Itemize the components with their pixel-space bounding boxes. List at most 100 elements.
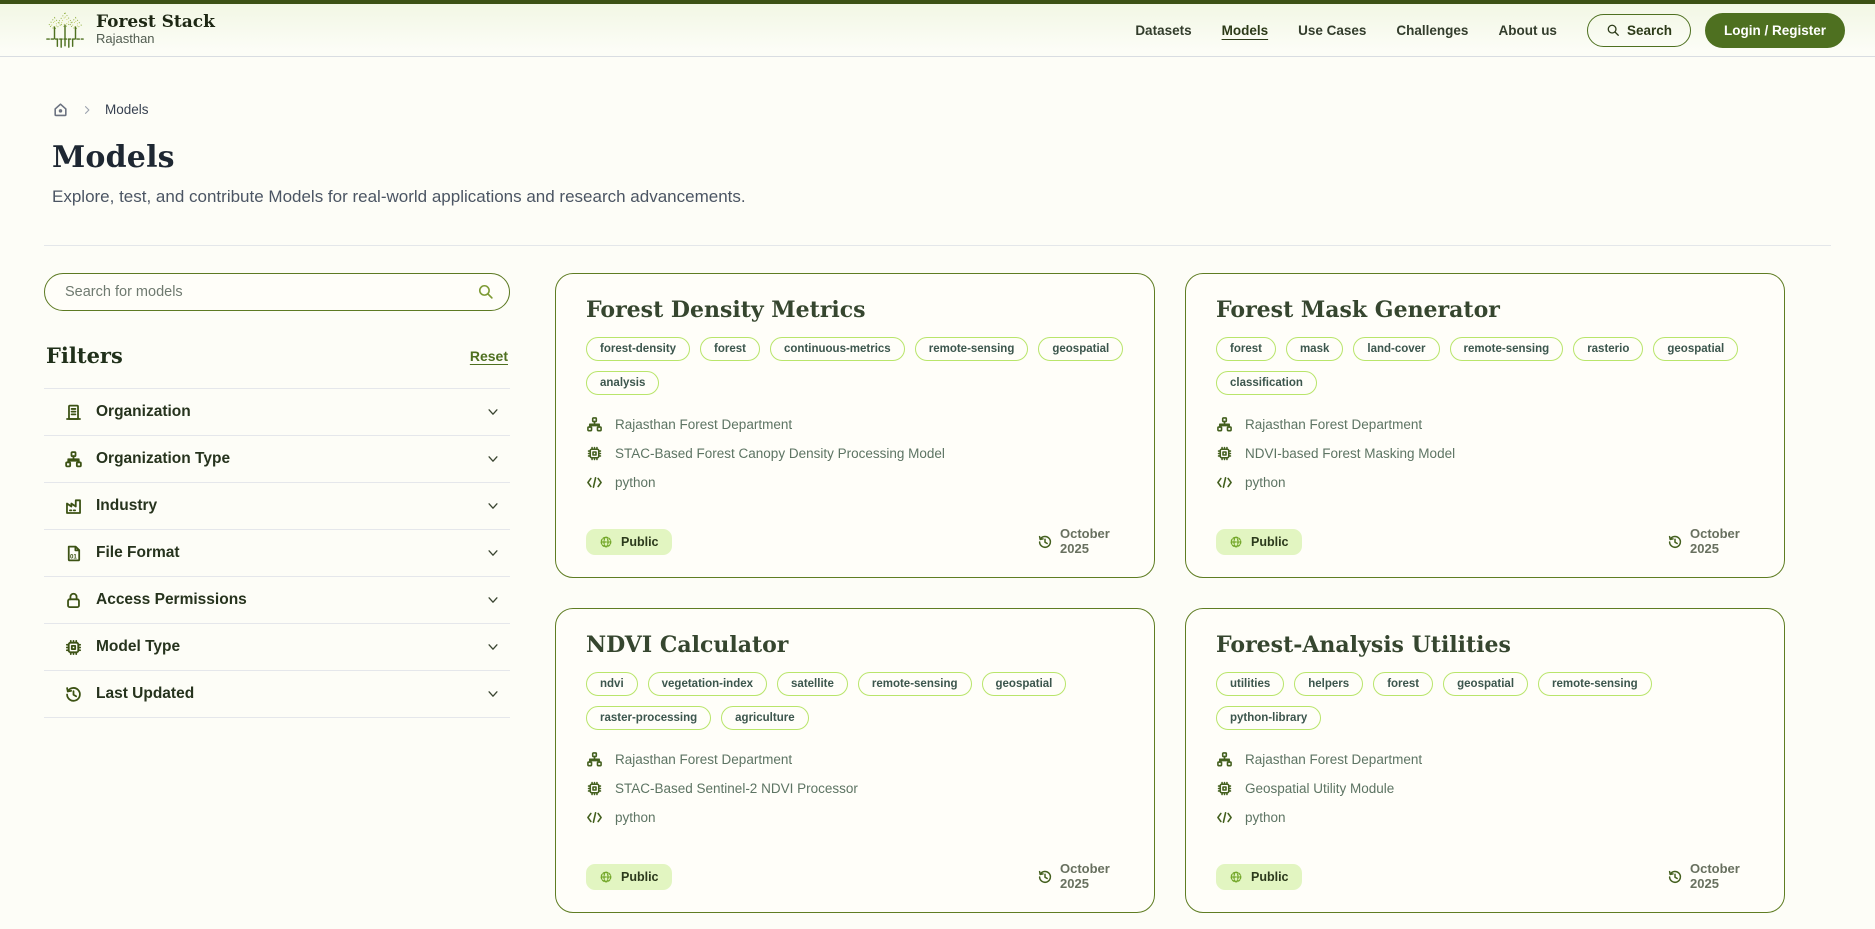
code-icon bbox=[1216, 474, 1233, 491]
chevron-down-icon bbox=[486, 452, 500, 466]
model-search bbox=[44, 273, 510, 311]
nav-item-use-cases[interactable]: Use Cases bbox=[1298, 23, 1366, 38]
tag[interactable]: raster-processing bbox=[586, 706, 712, 730]
model-card-forest-analysis-utilities[interactable]: Forest-Analysis Utilities utilities helper… bbox=[1185, 608, 1785, 913]
chip-icon bbox=[1216, 445, 1233, 462]
visibility-label: Public bbox=[1251, 535, 1289, 550]
filter-label: Access Permissions bbox=[96, 591, 247, 608]
filter-industry[interactable]: Industry bbox=[44, 482, 510, 529]
updated-date-text: October 2025 bbox=[1690, 526, 1740, 557]
card-model-name-text: STAC-Based Sentinel-2 NDVI Processor bbox=[615, 781, 858, 796]
tag[interactable]: forest-density bbox=[586, 337, 691, 361]
card-meta: Rajasthan Forest Department Geospatial Ut… bbox=[1216, 751, 1754, 826]
tag-list: forest mask land-cover remote-sensing raster… bbox=[1216, 337, 1754, 395]
tag[interactable]: python-library bbox=[1216, 706, 1322, 730]
history-icon bbox=[1667, 869, 1683, 885]
reset-filters-link[interactable]: Reset bbox=[470, 348, 508, 364]
tag[interactable]: remote-sensing bbox=[1449, 337, 1564, 361]
tag[interactable]: geospatial bbox=[981, 672, 1067, 696]
filter-label: Last Updated bbox=[96, 685, 195, 702]
card-model-name: STAC-Based Forest Canopy Density Process… bbox=[586, 445, 1124, 462]
filter-model-type[interactable]: Model Type bbox=[44, 623, 510, 670]
tag[interactable]: forest bbox=[1216, 337, 1276, 361]
tag[interactable]: geospatial bbox=[1038, 337, 1124, 361]
tag[interactable]: rasterio bbox=[1573, 337, 1644, 361]
card-footer: Public October 2025 bbox=[1216, 861, 1754, 892]
tag[interactable]: helpers bbox=[1294, 672, 1364, 696]
tag[interactable]: analysis bbox=[586, 371, 660, 395]
breadcrumb: Models bbox=[44, 101, 1831, 118]
org-chart-icon bbox=[1216, 416, 1233, 433]
updated-date: October 2025 bbox=[1667, 861, 1748, 892]
tag[interactable]: geospatial bbox=[1653, 337, 1739, 361]
tag[interactable]: remote-sensing bbox=[914, 337, 1029, 361]
nav-item-challenges[interactable]: Challenges bbox=[1396, 23, 1468, 38]
tag[interactable]: forest bbox=[700, 337, 760, 361]
breadcrumb-current: Models bbox=[105, 102, 149, 117]
model-card-forest-mask-generator[interactable]: Forest Mask Generator forest mask land-cove… bbox=[1185, 273, 1785, 578]
filter-label: File Format bbox=[96, 544, 180, 561]
filter-last-updated[interactable]: Last Updated bbox=[44, 670, 510, 717]
nav-item-about-us[interactable]: About us bbox=[1498, 23, 1557, 38]
tag-list: ndvi vegetation-index satellite remote-sens… bbox=[586, 672, 1124, 730]
factory-icon bbox=[64, 497, 83, 516]
chevron-down-icon bbox=[486, 593, 500, 607]
login-register-button[interactable]: Login / Register bbox=[1704, 12, 1845, 48]
updated-date-text: October 2025 bbox=[1060, 861, 1110, 892]
tag[interactable]: satellite bbox=[777, 672, 848, 696]
tag[interactable]: geospatial bbox=[1443, 672, 1529, 696]
tag[interactable]: classification bbox=[1216, 371, 1317, 395]
card-language: python bbox=[586, 474, 1124, 491]
card-footer: Public October 2025 bbox=[586, 861, 1124, 892]
cards-grid: Forest Density Metrics forest-density fore… bbox=[555, 273, 1785, 913]
org-chart-icon bbox=[1216, 751, 1233, 768]
filter-file-format[interactable]: File Format bbox=[44, 529, 510, 576]
tag[interactable]: forest bbox=[1373, 672, 1434, 696]
brand-logo-block[interactable]: Forest Stack Rajasthan bbox=[44, 10, 215, 50]
building-icon bbox=[64, 403, 83, 422]
history-icon bbox=[1037, 869, 1053, 885]
card-meta: Rajasthan Forest Department STAC-Based Se… bbox=[586, 751, 1124, 826]
chip-icon bbox=[1216, 780, 1233, 797]
code-icon bbox=[586, 809, 603, 826]
tag[interactable]: mask bbox=[1285, 337, 1344, 361]
tag[interactable]: vegetation-index bbox=[647, 672, 768, 696]
visibility-badge: Public bbox=[586, 529, 672, 556]
filter-organization[interactable]: Organization bbox=[44, 388, 510, 435]
page-title: Models bbox=[52, 140, 175, 175]
nav-item-datasets[interactable]: Datasets bbox=[1135, 23, 1191, 38]
updated-date: October 2025 bbox=[1037, 526, 1118, 557]
card-language: python bbox=[586, 809, 1124, 826]
tag[interactable]: remote-sensing bbox=[857, 672, 972, 696]
filters-head: Filters Reset bbox=[44, 343, 510, 368]
card-title: Forest-Analysis Utilities bbox=[1216, 632, 1511, 658]
code-icon bbox=[1216, 809, 1233, 826]
filter-access-permissions[interactable]: Access Permissions bbox=[44, 576, 510, 623]
model-card-ndvi-calculator[interactable]: NDVI Calculator ndvi vegetation-index satel… bbox=[555, 608, 1155, 913]
visibility-label: Public bbox=[621, 535, 659, 550]
search-icon[interactable] bbox=[477, 283, 494, 300]
card-language-text: python bbox=[615, 810, 656, 825]
tag[interactable]: agriculture bbox=[721, 706, 809, 730]
model-search-input[interactable] bbox=[44, 273, 510, 311]
tag[interactable]: ndvi bbox=[586, 672, 638, 696]
card-organization: Rajasthan Forest Department bbox=[586, 751, 1124, 768]
tag[interactable]: land-cover bbox=[1353, 337, 1440, 361]
home-icon[interactable] bbox=[52, 101, 69, 118]
tag[interactable]: remote-sensing bbox=[1538, 672, 1652, 696]
code-icon bbox=[586, 474, 603, 491]
card-language-text: python bbox=[1245, 475, 1286, 490]
page-container: Models Models Explore, test, and contrib… bbox=[0, 101, 1875, 913]
globe-icon bbox=[1229, 535, 1243, 549]
card-title: Forest Mask Generator bbox=[1216, 297, 1500, 323]
filter-organization-type[interactable]: Organization Type bbox=[44, 435, 510, 482]
visibility-badge: Public bbox=[1216, 529, 1302, 556]
header-buttons: Search Login / Register bbox=[1586, 12, 1845, 48]
header-search-button[interactable]: Search bbox=[1586, 13, 1691, 47]
org-chart-icon bbox=[586, 416, 603, 433]
model-card-forest-density-metrics[interactable]: Forest Density Metrics forest-density fore… bbox=[555, 273, 1155, 578]
tag[interactable]: utilities bbox=[1216, 672, 1285, 696]
tag[interactable]: continuous-metrics bbox=[770, 337, 905, 361]
nav-item-models[interactable]: Models bbox=[1222, 23, 1269, 38]
primary-nav: Datasets Models Use Cases Challenges About u… bbox=[1135, 23, 1557, 38]
